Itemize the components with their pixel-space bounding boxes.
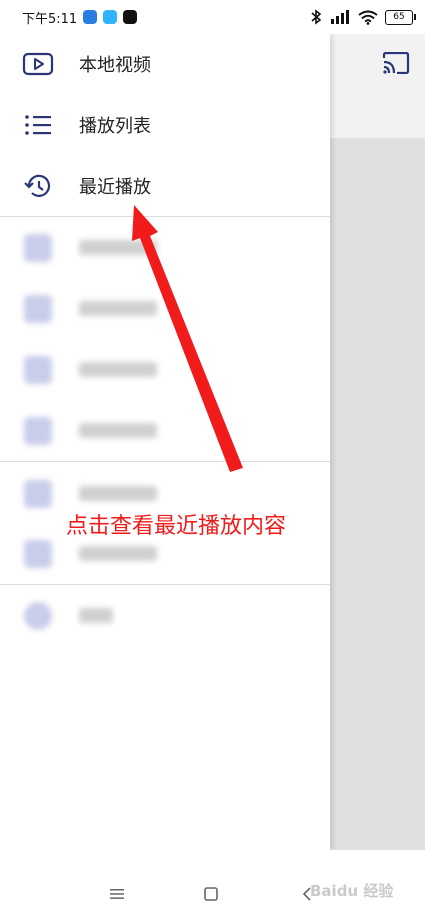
chat-app-icon — [103, 10, 118, 24]
blurred-label — [79, 301, 157, 316]
drawer-divider — [0, 216, 330, 217]
status-time: 下午5:11 — [22, 11, 78, 27]
blurred-menu-item[interactable] — [0, 350, 300, 390]
menu-item-local-video[interactable]: 本地视频 — [0, 34, 330, 94]
bluetooth-app-icon — [83, 10, 98, 24]
blurred-menu-item[interactable] — [0, 596, 300, 636]
blurred-label — [79, 362, 157, 377]
menu-item-label: 最近播放 — [79, 177, 151, 198]
battery-indicator: 65 — [385, 9, 416, 25]
menu-item-playlist[interactable]: 播放列表 — [0, 95, 330, 155]
blurred-icon — [24, 295, 52, 323]
blurred-icon — [24, 480, 52, 508]
blurred-menu-item[interactable] — [0, 534, 300, 574]
navigation-drawer: 本地视频 播放列表 最近播放 — [0, 34, 330, 850]
menu-item-recent-play[interactable]: 最近播放 — [0, 156, 330, 216]
blurred-menu-item[interactable] — [0, 228, 300, 268]
blurred-menu-item[interactable] — [0, 289, 300, 329]
annotation-text: 点击查看最近播放内容 — [66, 514, 287, 539]
app-toolbar — [330, 34, 425, 138]
blurred-label — [79, 608, 113, 623]
blurred-label — [79, 423, 157, 438]
drawer-divider — [0, 584, 330, 585]
cast-icon[interactable] — [382, 52, 410, 74]
menu-item-label: 本地视频 — [79, 55, 151, 76]
blurred-icon — [24, 540, 52, 568]
drawer-divider — [0, 461, 330, 462]
home-nav-icon[interactable] — [204, 887, 218, 901]
blurred-icon — [24, 602, 52, 630]
menu-nav-icon[interactable] — [110, 888, 124, 900]
menu-item-label: 播放列表 — [79, 116, 151, 137]
status-right: 65 — [310, 9, 416, 25]
bluetooth-icon — [311, 9, 322, 25]
watermark: Baidu 经验 — [310, 882, 394, 900]
history-icon — [24, 174, 51, 197]
tiktok-icon — [123, 10, 138, 24]
blurred-label — [79, 486, 157, 501]
status-bar: 下午5:11 65 — [0, 0, 425, 34]
video-play-icon — [22, 52, 54, 76]
app-background — [330, 34, 425, 850]
blurred-icon — [24, 234, 52, 262]
playlist-icon — [25, 115, 51, 135]
status-left: 下午5:11 — [22, 8, 138, 27]
blurred-label — [79, 240, 157, 255]
blurred-label — [79, 546, 157, 561]
blurred-menu-item[interactable] — [0, 411, 300, 451]
blurred-icon — [24, 417, 52, 445]
blurred-icon — [24, 356, 52, 384]
wifi-icon — [358, 10, 378, 25]
signal-icon — [331, 10, 349, 24]
